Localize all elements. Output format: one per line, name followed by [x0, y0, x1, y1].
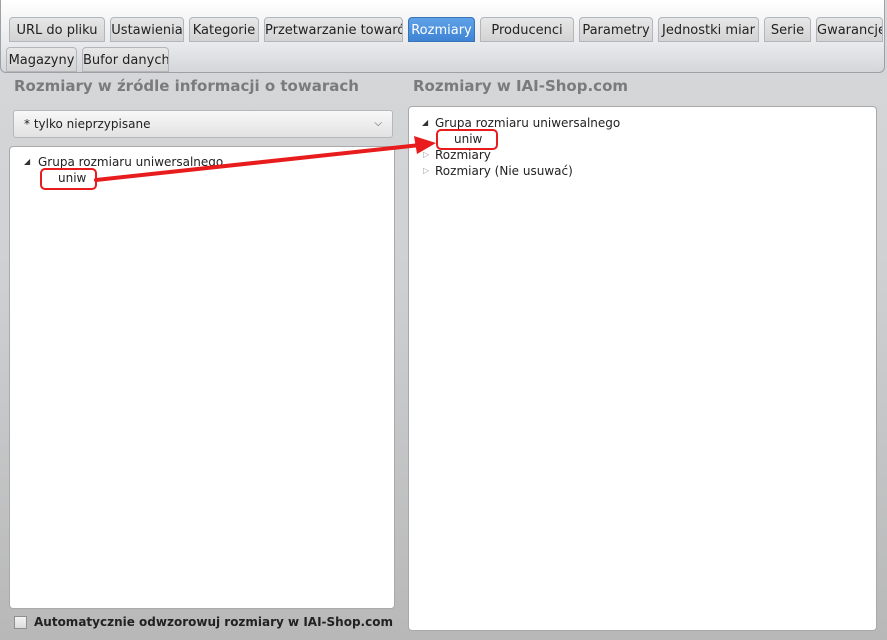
tab-magazyny[interactable]: Magazyny — [6, 47, 77, 72]
tab-producenci[interactable]: Producenci — [480, 17, 574, 42]
auto-map-checkbox[interactable] — [14, 616, 27, 629]
tab-url-do-pliku[interactable]: URL do pliku — [9, 17, 105, 42]
left-tree-group[interactable]: Grupa rozmiaru uniwersalnego — [38, 155, 223, 169]
filter-dropdown-value: * tylko nieprzypisane — [24, 117, 151, 131]
chevron-down-icon: ⌵ — [374, 118, 382, 129]
tab-rozmiary[interactable]: Rozmiary — [408, 17, 475, 42]
triangle-collapsed-icon[interactable]: ▷ — [423, 166, 429, 175]
auto-map-label[interactable]: Automatycznie odwzorowuj rozmiary w IAI-… — [34, 615, 393, 629]
tab-ustawienia[interactable]: Ustawienia — [110, 17, 184, 42]
tab-serie[interactable]: Serie — [764, 17, 811, 42]
right-size-tree[interactable]: ◢ Grupa rozmiaru uniwersalnego uniw ▷ Ro… — [408, 106, 877, 631]
triangle-expanded-icon[interactable]: ◢ — [422, 118, 428, 127]
tab-jednostki-miar[interactable]: Jednostki miar — [658, 17, 759, 42]
right-tree-item-rozmiary-nie-usuwac[interactable]: Rozmiary (Nie usuwać) — [435, 164, 573, 178]
left-size-tree[interactable]: ◢ Grupa rozmiaru uniwersalnego uniw — [9, 146, 395, 609]
tab-bufor-danych[interactable]: Bufor danych — [82, 47, 169, 72]
right-section-heading: Rozmiary w IAI-Shop.com — [413, 77, 629, 95]
right-highlight-box — [436, 129, 498, 150]
tab-gwarancje[interactable]: Gwarancje — [816, 17, 883, 42]
tab-przetwarzanie-towarow[interactable]: Przetwarzanie towarów — [264, 17, 403, 42]
triangle-collapsed-icon[interactable]: ▷ — [423, 150, 429, 159]
tab-kategorie[interactable]: Kategorie — [189, 17, 259, 42]
triangle-expanded-icon[interactable]: ◢ — [24, 157, 30, 166]
left-section-heading: Rozmiary w źródle informacji o towarach — [14, 77, 359, 95]
tab-bar: URL do pliku Ustawienia Kategorie Przetw… — [0, 0, 885, 73]
right-tree-item-rozmiary[interactable]: Rozmiary — [435, 148, 491, 162]
right-tree-group[interactable]: Grupa rozmiaru uniwersalnego — [435, 116, 620, 130]
tab-parametry[interactable]: Parametry — [579, 17, 653, 42]
left-highlight-box — [40, 168, 97, 190]
filter-dropdown[interactable]: * tylko nieprzypisane ⌵ — [13, 110, 393, 138]
